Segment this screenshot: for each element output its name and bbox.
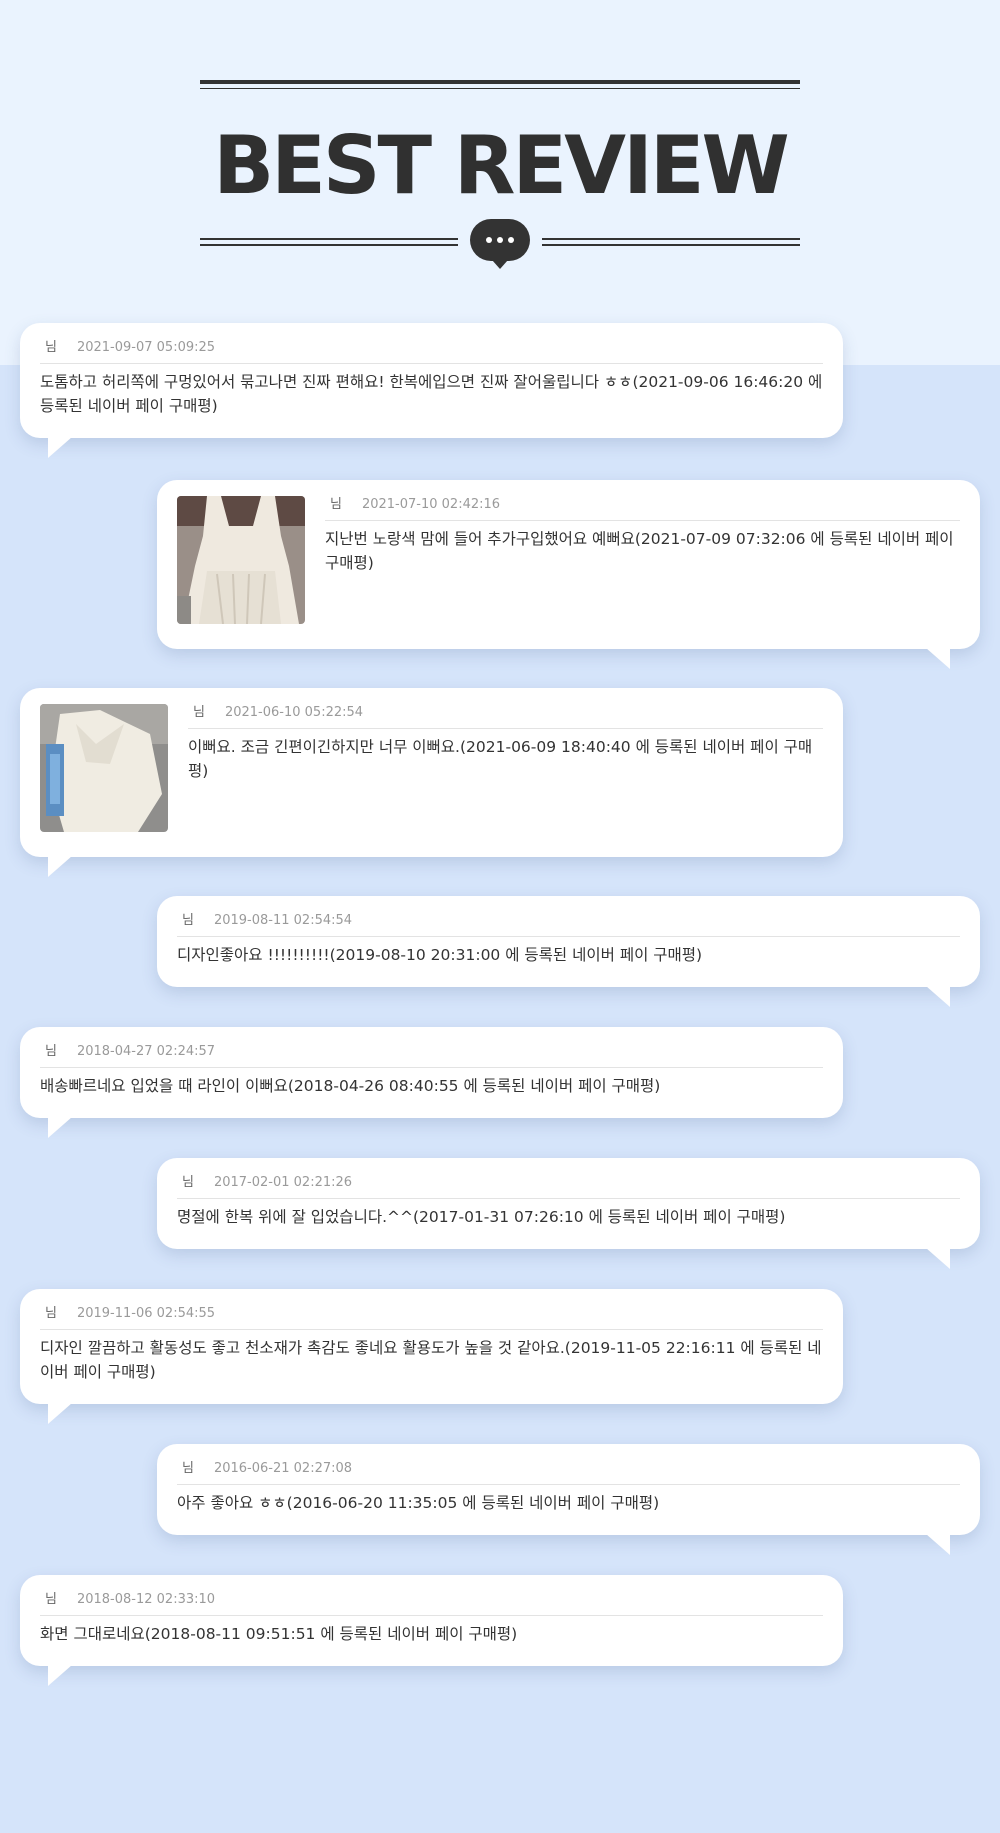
- review-user: 님: [182, 913, 194, 928]
- review-text: 이뻐요. 조금 긴편이긴하지만 너무 이뻐요.(2021-06-09 18:40…: [188, 738, 813, 780]
- header-left-rule: [200, 238, 458, 246]
- review-card[interactable]: 님 2021-09-07 05:09:25 도톰하고 허리쪽에 구멍있어서 묶고나…: [20, 323, 843, 458]
- review-user: 님: [45, 340, 57, 355]
- review-date: 2021-07-10 02:42:16: [361, 497, 501, 512]
- page-title: BEST REVIEW: [213, 119, 789, 212]
- review-text: 화면 그대로네요(2018-08-11 09:51:51 에 등록된 네이버 페…: [40, 1625, 518, 1643]
- review-date: 2021-06-10 05:22:54: [224, 705, 364, 720]
- review-card[interactable]: 님 2017-02-01 02:21:26 명절에 한복 위에 잘 입었습니다.^…: [157, 1158, 980, 1269]
- review-meta: 님 2018-04-27 02:24:57: [40, 1043, 823, 1068]
- review-meta: 님 2016-06-21 02:27:08: [177, 1460, 960, 1485]
- review-user: 님: [330, 497, 342, 512]
- review-user: 님: [45, 1306, 57, 1321]
- review-meta: 님 2019-11-06 02:54:55: [40, 1305, 823, 1330]
- review-text: 지난번 노랑색 맘에 들어 추가구입했어요 예뻐요(2021-07-09 07:…: [325, 530, 954, 572]
- review-meta: 님 2017-02-01 02:21:26: [177, 1174, 960, 1199]
- best-review-header: BEST REVIEW: [0, 0, 1000, 300]
- review-photo[interactable]: [40, 704, 168, 832]
- header-top-rule: [200, 80, 800, 89]
- review-text: 디자인 깔끔하고 활동성도 좋고 천소재가 촉감도 좋네요 활용도가 높을 것 …: [40, 1339, 822, 1381]
- review-card[interactable]: 님 2021-06-10 05:22:54 이뻐요. 조금 긴편이긴하지만 너무 …: [20, 688, 843, 877]
- review-text: 배송빠르네요 입었을 때 라인이 이뻐요(2018-04-26 08:40:55…: [40, 1077, 661, 1095]
- review-meta: 님 2018-08-12 02:33:10: [40, 1591, 823, 1616]
- review-card[interactable]: 님 2021-07-10 02:42:16 지난번 노랑색 맘에 들어 추가구입했…: [157, 480, 980, 669]
- review-card[interactable]: 님 2016-06-21 02:27:08 아주 좋아요 ㅎㅎ(2016-06-2…: [157, 1444, 980, 1555]
- review-card[interactable]: 님 2018-08-12 02:33:10 화면 그대로네요(2018-08-11…: [20, 1575, 843, 1686]
- review-user: 님: [193, 705, 205, 720]
- review-user: 님: [45, 1592, 57, 1607]
- review-meta: 님 2021-07-10 02:42:16: [325, 496, 960, 521]
- review-card[interactable]: 님 2018-04-27 02:24:57 배송빠르네요 입었을 때 라인이 이뻐…: [20, 1027, 843, 1138]
- review-date: 2018-08-12 02:33:10: [76, 1592, 216, 1607]
- header-right-rule: [542, 238, 800, 246]
- review-card[interactable]: 님 2019-08-11 02:54:54 디자인좋아요 !!!!!!!!!!(2…: [157, 896, 980, 1007]
- chat-bubble-icon: [470, 219, 530, 269]
- review-meta: 님 2021-09-07 05:09:25: [40, 339, 823, 364]
- review-card[interactable]: 님 2019-11-06 02:54:55 디자인 깔끔하고 활동성도 좋고 천소…: [20, 1289, 843, 1424]
- review-text: 도톰하고 허리쪽에 구멍있어서 묶고나면 진짜 편해요! 한복에입으면 진짜 잘…: [40, 373, 823, 415]
- review-date: 2017-02-01 02:21:26: [213, 1175, 353, 1190]
- review-text: 명절에 한복 위에 잘 입었습니다.^^(2017-01-31 07:26:10…: [177, 1208, 786, 1226]
- review-meta: 님 2021-06-10 05:22:54: [188, 704, 823, 729]
- review-user: 님: [182, 1175, 194, 1190]
- review-photo[interactable]: [177, 496, 305, 624]
- review-text: 아주 좋아요 ㅎㅎ(2016-06-20 11:35:05 에 등록된 네이버 …: [177, 1494, 660, 1512]
- review-date: 2021-09-07 05:09:25: [76, 340, 216, 355]
- review-text: 디자인좋아요 !!!!!!!!!!(2019-08-10 20:31:00 에 …: [177, 946, 703, 964]
- review-user: 님: [182, 1461, 194, 1476]
- review-date: 2016-06-21 02:27:08: [213, 1461, 353, 1476]
- review-date: 2018-04-27 02:24:57: [76, 1044, 216, 1059]
- review-user: 님: [45, 1044, 57, 1059]
- review-meta: 님 2019-08-11 02:54:54: [177, 912, 960, 937]
- review-date: 2019-11-06 02:54:55: [76, 1306, 216, 1321]
- review-date: 2019-08-11 02:54:54: [213, 913, 353, 928]
